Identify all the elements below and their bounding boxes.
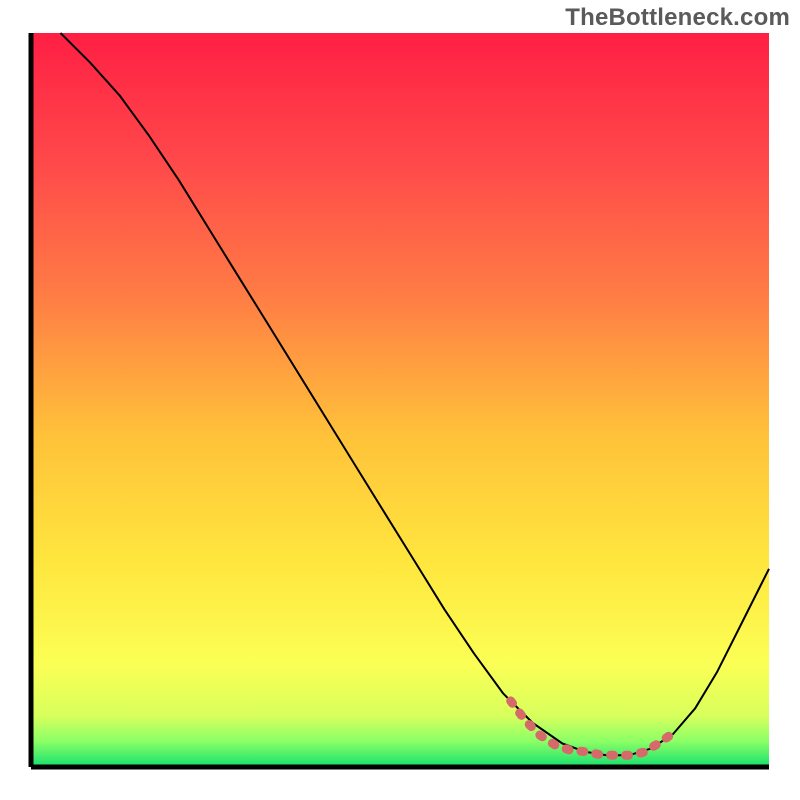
bottleneck-chart: [0, 0, 800, 800]
watermark-text: TheBottleneck.com: [565, 4, 790, 32]
plot-background: [31, 33, 769, 767]
chart-container: TheBottleneck.com: [0, 0, 800, 800]
